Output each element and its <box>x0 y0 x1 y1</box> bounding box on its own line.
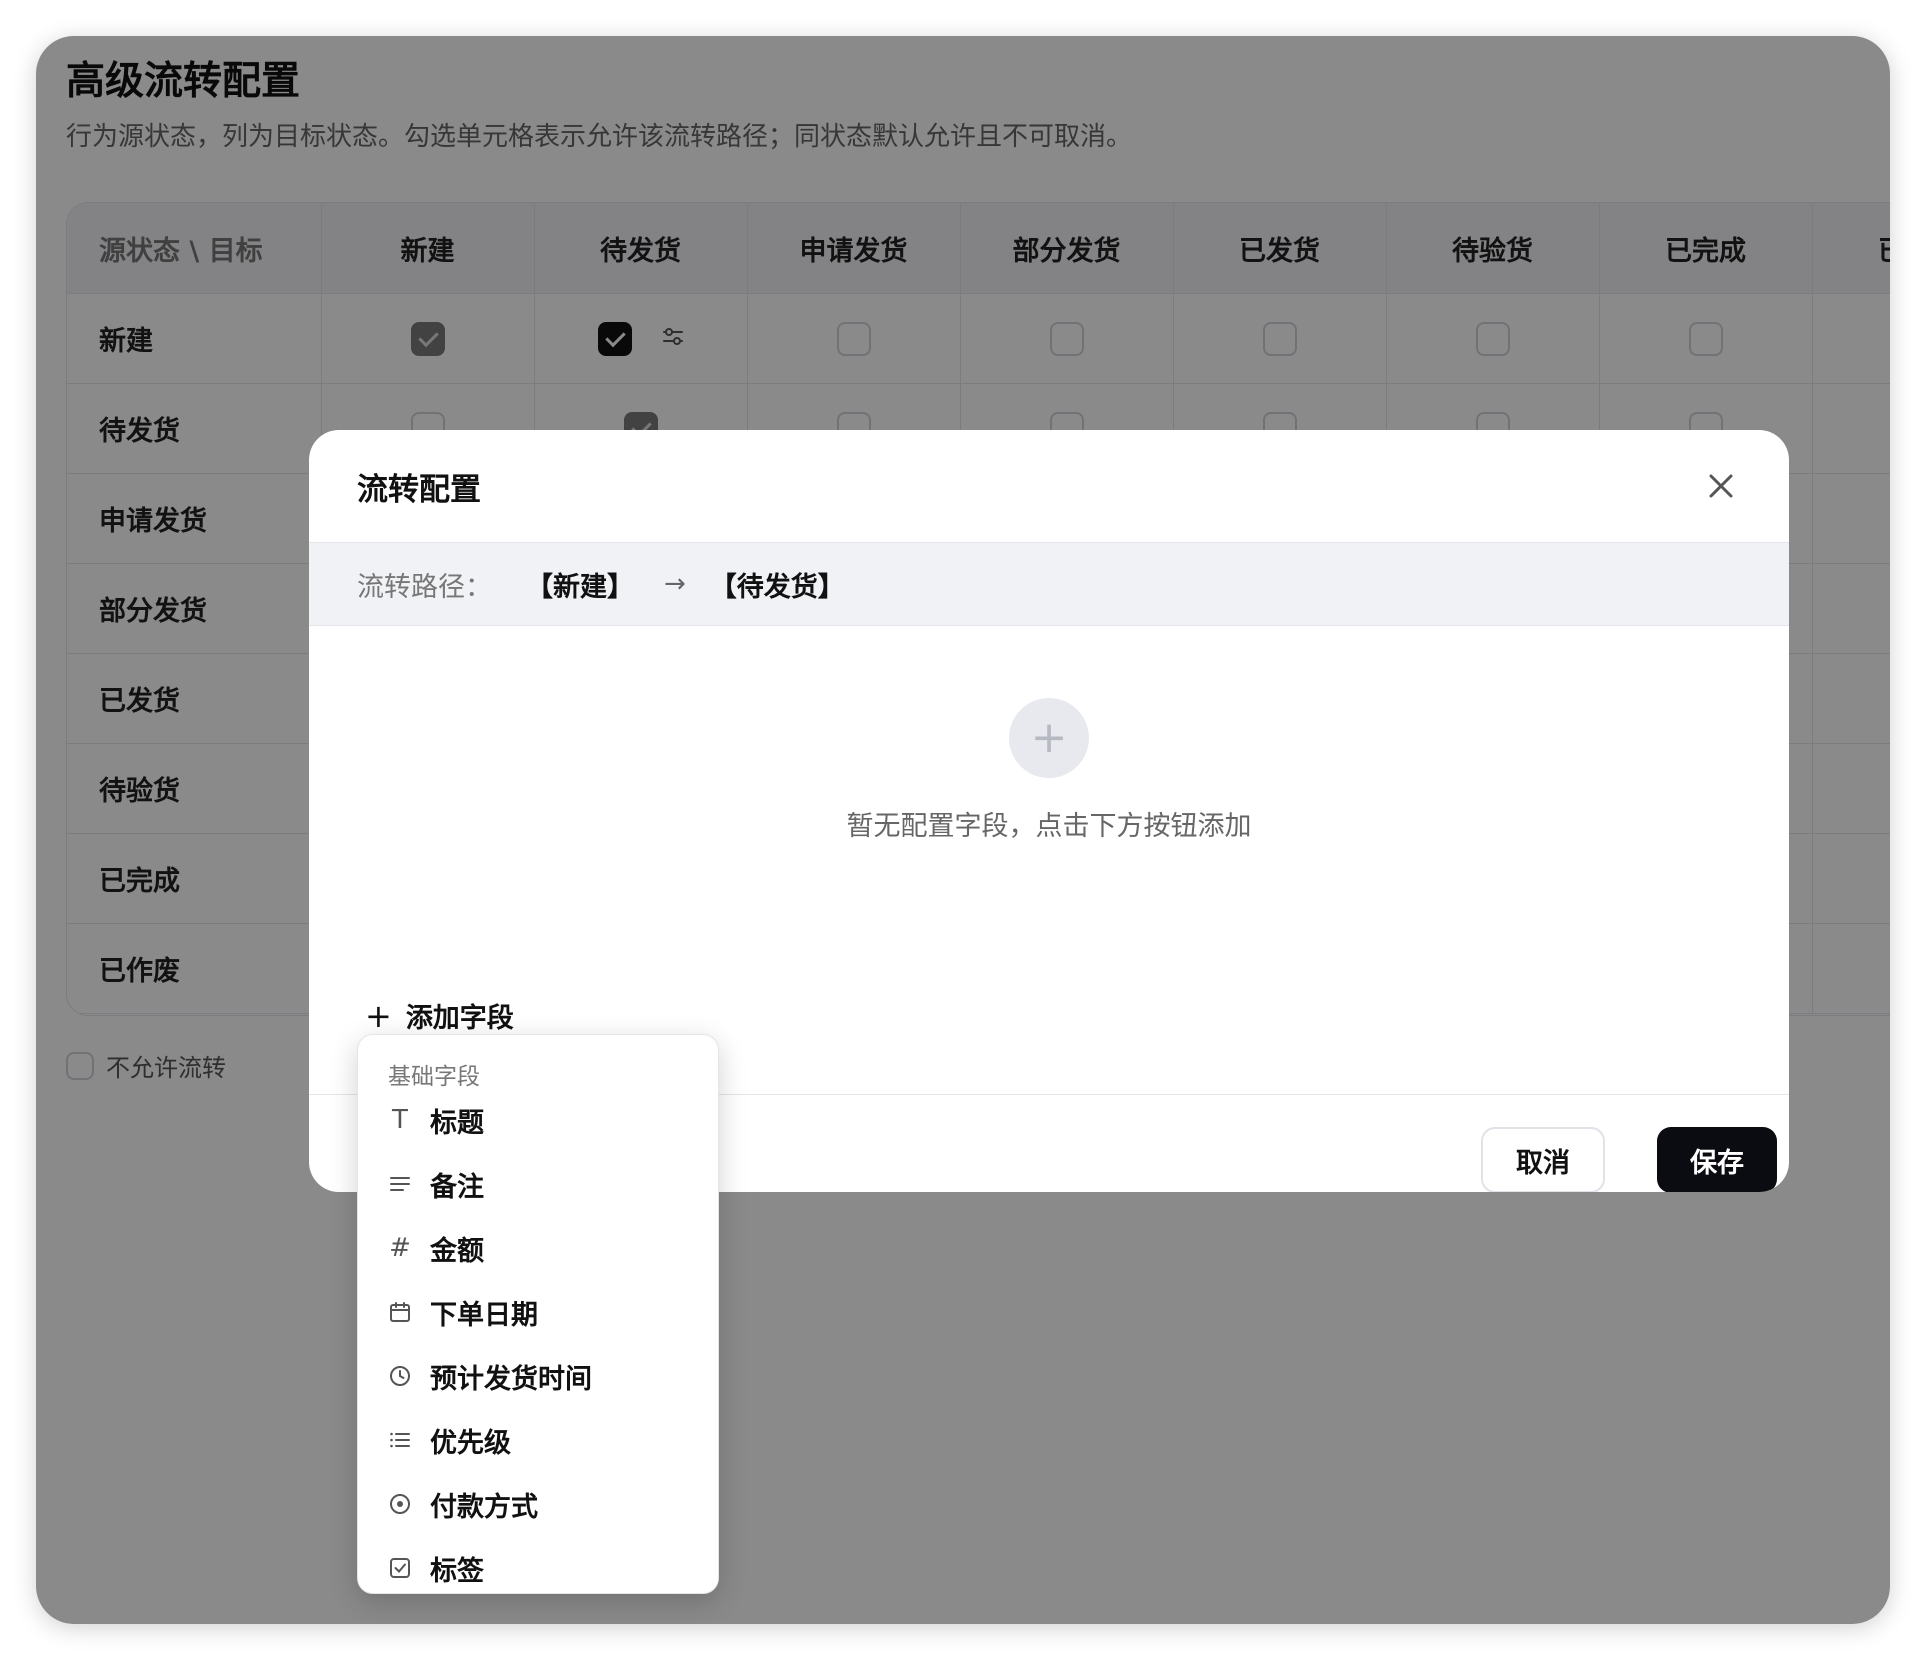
path-from-state: 【新建】 <box>526 571 634 603</box>
dropdown-item-label: 下单日期 <box>430 1299 538 1331</box>
empty-state: + 暂无配置字段，点击下方按钮添加 <box>309 698 1789 843</box>
path-to-state: 【待发货】 <box>709 571 845 603</box>
arrow-right-icon: → <box>664 569 686 599</box>
calendar-icon <box>386 1301 414 1323</box>
add-field-label: 添加字段 <box>405 1003 514 1034</box>
dropdown-item-label: 预计发货时间 <box>430 1363 592 1395</box>
dropdown-item-priority[interactable]: 优先级 <box>386 1415 511 1465</box>
dropdown-item-ship-time[interactable]: 预计发货时间 <box>386 1351 592 1401</box>
app-window: 高级流转配置 行为源状态，列为目标状态。勾选单元格表示允许该流转路径；同状态默认… <box>36 36 1890 1624</box>
dropdown-item-label: 付款方式 <box>430 1491 538 1523</box>
empty-plus-icon: + <box>1009 698 1089 778</box>
close-button[interactable] <box>1701 466 1741 506</box>
text-type-icon: T <box>392 1105 408 1135</box>
add-field-button[interactable]: + 添加字段 <box>365 996 514 1035</box>
field-type-dropdown: 基础字段 T 标题 备注 # 金额 下单日期 预计发货时间 优先级 付款方式 标… <box>357 1034 719 1594</box>
dropdown-item-tags[interactable]: 标签 <box>386 1543 484 1593</box>
dropdown-item-label: 优先级 <box>430 1427 511 1459</box>
dropdown-item-amount[interactable]: # 金额 <box>386 1223 484 1273</box>
dropdown-item-label: 金额 <box>430 1235 484 1267</box>
checkbox-icon <box>386 1557 414 1579</box>
radio-icon <box>386 1493 414 1515</box>
plus-icon: + <box>365 996 392 1035</box>
modal-title: 流转配置 <box>357 472 481 508</box>
clock-icon <box>386 1365 414 1387</box>
dropdown-item-order-date[interactable]: 下单日期 <box>386 1287 538 1337</box>
cancel-button[interactable]: 取消 <box>1481 1127 1605 1192</box>
hash-icon: # <box>389 1233 411 1263</box>
dropdown-item-payment[interactable]: 付款方式 <box>386 1479 538 1529</box>
dropdown-group-label: 基础字段 <box>388 1064 480 1090</box>
list-icon <box>386 1431 414 1449</box>
dropdown-item-remark[interactable]: 备注 <box>386 1159 484 1209</box>
save-button[interactable]: 保存 <box>1657 1127 1777 1192</box>
dropdown-item-label: 备注 <box>430 1171 484 1203</box>
path-label: 流转路径： <box>357 571 492 603</box>
modal-header: 流转配置 <box>309 430 1789 543</box>
empty-state-text: 暂无配置字段，点击下方按钮添加 <box>846 811 1252 842</box>
close-icon <box>1709 474 1733 498</box>
dropdown-item-label: 标题 <box>430 1107 484 1139</box>
text-lines-icon <box>386 1175 414 1193</box>
transition-path-bar: 流转路径： 【新建】 → 【待发货】 <box>309 543 1789 626</box>
dropdown-item-title[interactable]: T 标题 <box>386 1095 484 1145</box>
dropdown-item-label: 标签 <box>430 1555 484 1587</box>
